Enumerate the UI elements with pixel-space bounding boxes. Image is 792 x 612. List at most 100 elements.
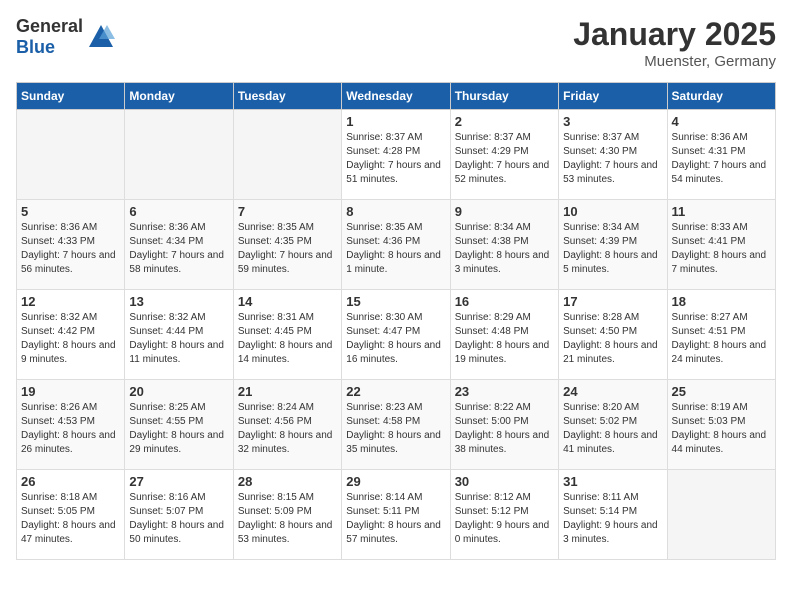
- title-block: January 2025 Muenster, Germany: [573, 16, 776, 70]
- cell-2-3: 15 Sunrise: 8:30 AM Sunset: 4:47 PM Dayli…: [342, 290, 450, 380]
- day-number-31: 31: [563, 474, 662, 489]
- cell-3-3: 22Sunrise: 8:23 AM Sunset: 4:58 PM Dayli…: [342, 380, 450, 470]
- cell-4-2: 28 Sunrise: 8:15 AM Sunset: 5:09 PM Dayli…: [233, 470, 341, 560]
- cell-3-5: 24Sunrise: 8:20 AM Sunset: 5:02 PM Dayli…: [559, 380, 667, 470]
- cell-1-5: 10 Sunrise: 8:34 AM Sunset: 4:39 PM Dayli…: [559, 200, 667, 290]
- week-row-4: 19 Sunrise: 8:26 AM Sunset: 4:53 PM Dayli…: [17, 380, 776, 470]
- day-number-16: 16: [455, 294, 554, 309]
- cell-info-13: Sunrise: 8:32 AM Sunset: 4:44 PM Dayligh…: [129, 311, 228, 367]
- cell-info-17: Sunrise: 8:28 AM Sunset: 4:50 PM Dayligh…: [563, 311, 662, 367]
- day-number-21: 21: [238, 384, 337, 399]
- cell-info-28: Sunrise: 8:15 AM Sunset: 5:09 PM Dayligh…: [238, 491, 337, 547]
- cell-info-7: Sunrise: 8:35 AM Sunset: 4:35 PM Dayligh…: [238, 221, 337, 277]
- page-header: General Blue January 2025 Muenster, Germ…: [16, 16, 776, 70]
- cell-info-24: Sunrise: 8:20 AM Sunset: 5:02 PM Dayligh…: [563, 401, 662, 457]
- cell-3-4: 23 Sunrise: 8:22 AM Sunset: 5:00 PM Dayli…: [450, 380, 558, 470]
- header-row: SundayMondayTuesdayWednesdayThursdayFrid…: [17, 83, 776, 110]
- cell-1-0: 5Sunrise: 8:36 AM Sunset: 4:33 PM Daylig…: [17, 200, 125, 290]
- week-row-2: 5Sunrise: 8:36 AM Sunset: 4:33 PM Daylig…: [17, 200, 776, 290]
- cell-info-29: Sunrise: 8:14 AM Sunset: 5:11 PM Dayligh…: [346, 491, 445, 547]
- header-monday: Monday: [125, 83, 233, 110]
- week-row-1: 1Sunrise: 8:37 AM Sunset: 4:28 PM Daylig…: [17, 110, 776, 200]
- day-number-11: 11: [672, 204, 771, 219]
- cell-info-3: Sunrise: 8:37 AM Sunset: 4:30 PM Dayligh…: [563, 131, 662, 187]
- cell-info-10: Sunrise: 8:34 AM Sunset: 4:39 PM Dayligh…: [563, 221, 662, 277]
- day-number-10: 10: [563, 204, 662, 219]
- cell-4-6: [667, 470, 775, 560]
- cell-info-14: Sunrise: 8:31 AM Sunset: 4:45 PM Dayligh…: [238, 311, 337, 367]
- cell-1-2: 7 Sunrise: 8:35 AM Sunset: 4:35 PM Daylig…: [233, 200, 341, 290]
- header-tuesday: Tuesday: [233, 83, 341, 110]
- day-number-7: 7: [238, 204, 337, 219]
- main-title: January 2025: [573, 16, 776, 53]
- subtitle: Muenster, Germany: [573, 53, 776, 70]
- cell-3-0: 19 Sunrise: 8:26 AM Sunset: 4:53 PM Dayli…: [17, 380, 125, 470]
- cell-0-2: [233, 110, 341, 200]
- day-number-20: 20: [129, 384, 228, 399]
- cell-info-30: Sunrise: 8:12 AM Sunset: 5:12 PM Dayligh…: [455, 491, 554, 547]
- logo-general: General: [16, 16, 83, 36]
- cell-2-4: 16 Sunrise: 8:29 AM Sunset: 4:48 PM Dayli…: [450, 290, 558, 380]
- cell-2-6: 18Sunrise: 8:27 AM Sunset: 4:51 PM Dayli…: [667, 290, 775, 380]
- cell-info-20: Sunrise: 8:25 AM Sunset: 4:55 PM Dayligh…: [129, 401, 228, 457]
- day-number-9: 9: [455, 204, 554, 219]
- cell-4-5: 31 Sunrise: 8:11 AM Sunset: 5:14 PM Dayli…: [559, 470, 667, 560]
- cell-info-22: Sunrise: 8:23 AM Sunset: 4:58 PM Dayligh…: [346, 401, 445, 457]
- day-number-4: 4: [672, 114, 771, 129]
- header-friday: Friday: [559, 83, 667, 110]
- cell-0-1: [125, 110, 233, 200]
- day-number-25: 25: [672, 384, 771, 399]
- cell-3-1: 20 Sunrise: 8:25 AM Sunset: 4:55 PM Dayli…: [125, 380, 233, 470]
- cell-0-3: 1Sunrise: 8:37 AM Sunset: 4:28 PM Daylig…: [342, 110, 450, 200]
- header-sunday: Sunday: [17, 83, 125, 110]
- cell-0-4: 2Sunrise: 8:37 AM Sunset: 4:29 PM Daylig…: [450, 110, 558, 200]
- cell-1-4: 9Sunrise: 8:34 AM Sunset: 4:38 PM Daylig…: [450, 200, 558, 290]
- week-row-5: 26 Sunrise: 8:18 AM Sunset: 5:05 PM Dayli…: [17, 470, 776, 560]
- day-number-3: 3: [563, 114, 662, 129]
- day-number-18: 18: [672, 294, 771, 309]
- logo: General Blue: [16, 16, 115, 58]
- header-saturday: Saturday: [667, 83, 775, 110]
- cell-info-16: Sunrise: 8:29 AM Sunset: 4:48 PM Dayligh…: [455, 311, 554, 367]
- cell-info-26: Sunrise: 8:18 AM Sunset: 5:05 PM Dayligh…: [21, 491, 120, 547]
- week-row-3: 12 Sunrise: 8:32 AM Sunset: 4:42 PM Dayli…: [17, 290, 776, 380]
- header-wednesday: Wednesday: [342, 83, 450, 110]
- cell-1-3: 8Sunrise: 8:35 AM Sunset: 4:36 PM Daylig…: [342, 200, 450, 290]
- day-number-12: 12: [21, 294, 120, 309]
- cell-info-2: Sunrise: 8:37 AM Sunset: 4:29 PM Dayligh…: [455, 131, 554, 187]
- day-number-19: 19: [21, 384, 120, 399]
- cell-3-6: 25 Sunrise: 8:19 AM Sunset: 5:03 PM Dayli…: [667, 380, 775, 470]
- cell-4-3: 29 Sunrise: 8:14 AM Sunset: 5:11 PM Dayli…: [342, 470, 450, 560]
- cell-info-11: Sunrise: 8:33 AM Sunset: 4:41 PM Dayligh…: [672, 221, 771, 277]
- day-number-27: 27: [129, 474, 228, 489]
- cell-0-0: [17, 110, 125, 200]
- cell-info-23: Sunrise: 8:22 AM Sunset: 5:00 PM Dayligh…: [455, 401, 554, 457]
- cell-2-1: 13 Sunrise: 8:32 AM Sunset: 4:44 PM Dayli…: [125, 290, 233, 380]
- logo-blue: Blue: [16, 37, 55, 57]
- day-number-8: 8: [346, 204, 445, 219]
- cell-2-0: 12 Sunrise: 8:32 AM Sunset: 4:42 PM Dayli…: [17, 290, 125, 380]
- cell-info-21: Sunrise: 8:24 AM Sunset: 4:56 PM Dayligh…: [238, 401, 337, 457]
- day-number-15: 15: [346, 294, 445, 309]
- cell-3-2: 21 Sunrise: 8:24 AM Sunset: 4:56 PM Dayli…: [233, 380, 341, 470]
- day-number-29: 29: [346, 474, 445, 489]
- day-number-26: 26: [21, 474, 120, 489]
- day-number-6: 6: [129, 204, 228, 219]
- cell-info-25: Sunrise: 8:19 AM Sunset: 5:03 PM Dayligh…: [672, 401, 771, 457]
- cell-4-0: 26 Sunrise: 8:18 AM Sunset: 5:05 PM Dayli…: [17, 470, 125, 560]
- day-number-28: 28: [238, 474, 337, 489]
- day-number-23: 23: [455, 384, 554, 399]
- cell-info-19: Sunrise: 8:26 AM Sunset: 4:53 PM Dayligh…: [21, 401, 120, 457]
- cell-info-31: Sunrise: 8:11 AM Sunset: 5:14 PM Dayligh…: [563, 491, 662, 547]
- header-thursday: Thursday: [450, 83, 558, 110]
- cell-1-1: 6Sunrise: 8:36 AM Sunset: 4:34 PM Daylig…: [125, 200, 233, 290]
- cell-0-5: 3 Sunrise: 8:37 AM Sunset: 4:30 PM Daylig…: [559, 110, 667, 200]
- cell-info-15: Sunrise: 8:30 AM Sunset: 4:47 PM Dayligh…: [346, 311, 445, 367]
- cell-info-27: Sunrise: 8:16 AM Sunset: 5:07 PM Dayligh…: [129, 491, 228, 547]
- cell-info-4: Sunrise: 8:36 AM Sunset: 4:31 PM Dayligh…: [672, 131, 771, 187]
- day-number-30: 30: [455, 474, 554, 489]
- day-number-14: 14: [238, 294, 337, 309]
- cell-1-6: 11 Sunrise: 8:33 AM Sunset: 4:41 PM Dayli…: [667, 200, 775, 290]
- cell-info-12: Sunrise: 8:32 AM Sunset: 4:42 PM Dayligh…: [21, 311, 120, 367]
- day-number-13: 13: [129, 294, 228, 309]
